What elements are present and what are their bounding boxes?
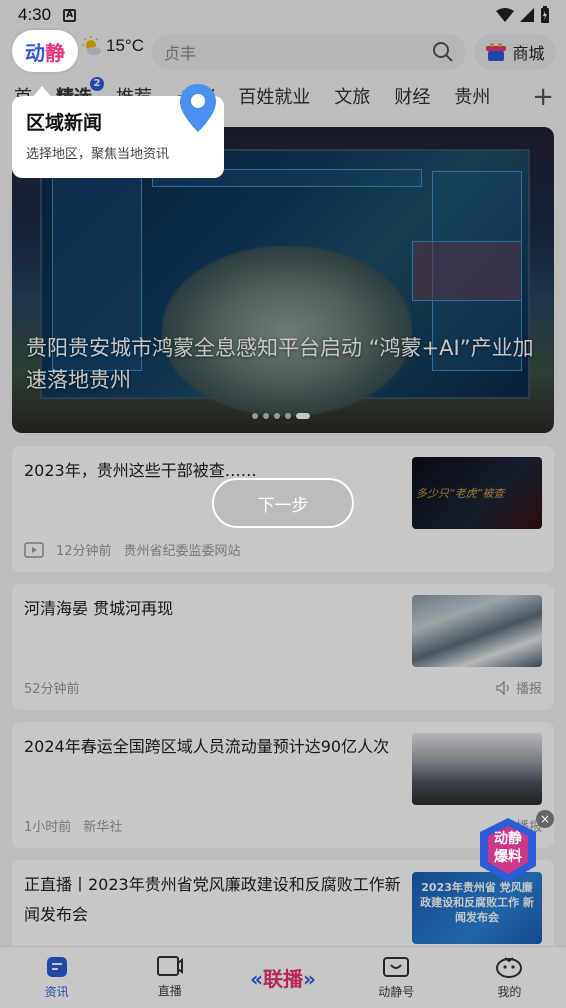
badge-line-1: 动静 [494, 831, 522, 847]
tooltip-subtitle: 选择地区，聚焦当地资讯 [26, 147, 170, 162]
region-news-tooltip: 区域新闻 选择地区，聚焦当地资讯 [12, 84, 224, 178]
report-badge-text: 动静 爆料 [476, 830, 540, 866]
logo-char-1: 动 [25, 40, 45, 65]
logo-char-2: 静 [45, 40, 65, 65]
location-pin-icon [180, 84, 216, 132]
badge-line-2: 爆料 [494, 849, 522, 865]
report-float-button[interactable]: 动静爆料 × [476, 810, 554, 884]
app-logo[interactable]: 动静 [14, 32, 76, 70]
next-step-button[interactable]: 下一步 [212, 478, 354, 528]
close-float-icon[interactable]: × [536, 810, 554, 828]
